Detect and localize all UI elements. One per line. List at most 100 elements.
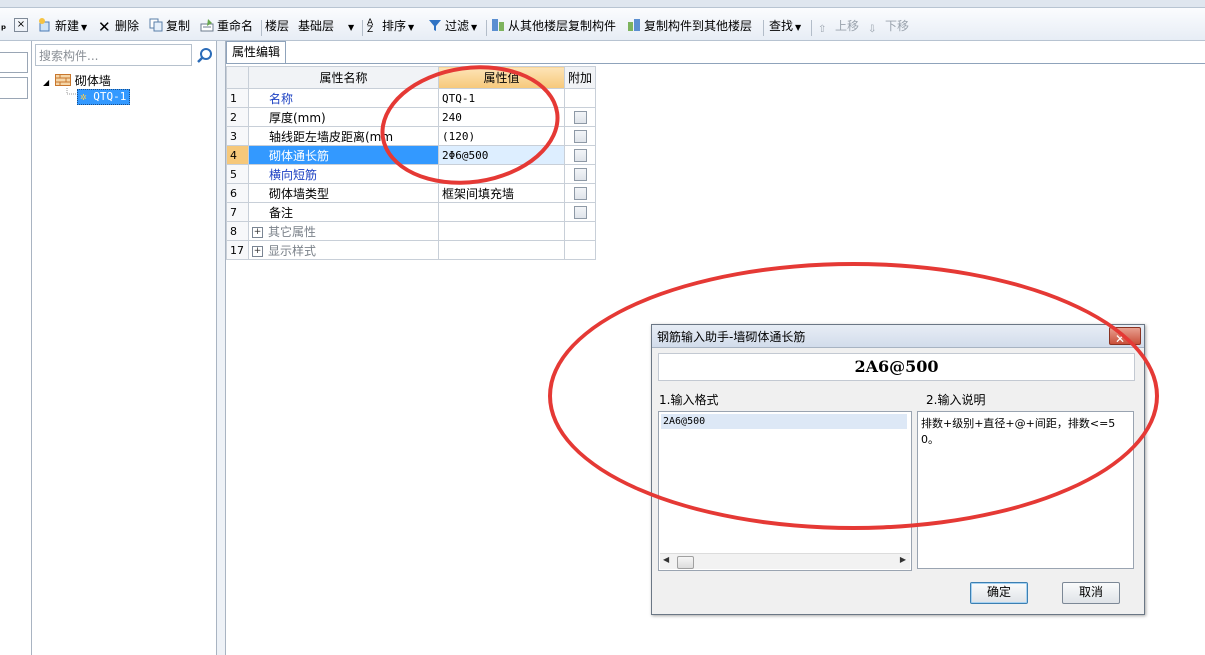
move-up-label: 上移 <box>835 19 860 33</box>
filter-label: 过滤 <box>445 19 470 33</box>
property-group: + 其它属性 <box>248 221 439 241</box>
pin-icon[interactable]: ₚ <box>1 19 6 32</box>
sort-icon: AZ <box>367 18 374 35</box>
copy-from-floor-icon <box>492 19 504 31</box>
left-panel-field[interactable] <box>0 77 28 99</box>
property-group: + 显示样式 <box>248 240 439 260</box>
extra-cell <box>563 145 597 165</box>
row-number: 8 <box>226 221 249 241</box>
tree-node-masonry-wall[interactable]: ◢ 砌体墙 <box>43 72 111 89</box>
new-icon <box>39 18 50 32</box>
expand-plus-icon[interactable]: + <box>252 226 263 238</box>
toolbar-separator <box>486 20 487 36</box>
extra-cell <box>563 183 597 203</box>
extra-checkbox[interactable] <box>573 149 587 162</box>
floor-select-value: 基础层 <box>298 19 335 33</box>
find-button[interactable]: 查找 ▼ <box>769 17 801 35</box>
row-number: 1 <box>226 88 249 108</box>
column-header-extra[interactable]: 附加 <box>563 66 597 89</box>
search-icon <box>197 48 212 63</box>
extra-checkbox[interactable] <box>573 130 587 143</box>
row-number: 3 <box>226 126 249 146</box>
sort-button[interactable]: A Z 排序 ▼ <box>367 17 414 35</box>
extra-cell <box>563 221 597 241</box>
row-number: 2 <box>226 107 249 127</box>
extra-checkbox[interactable] <box>573 111 587 124</box>
delete-icon: ✕ <box>98 18 111 36</box>
move-up-button[interactable]: ⇧ 上移 <box>818 17 859 35</box>
copy-icon <box>149 18 163 32</box>
toolbar-separator <box>362 20 363 36</box>
wall-icon <box>54 74 71 86</box>
gear-icon: ✲ <box>80 90 87 103</box>
floor-select[interactable]: 基础层 ▼ <box>298 17 354 35</box>
horizontal-scrollbar[interactable]: ◀ ▶ <box>660 553 910 569</box>
rename-icon <box>200 19 214 32</box>
toolbar-separator <box>763 20 764 36</box>
extra-cell <box>563 107 597 127</box>
scroll-left-icon[interactable]: ◀ <box>663 555 669 564</box>
new-button[interactable]: 新建 ▼ <box>38 17 87 35</box>
property-value <box>438 240 565 260</box>
row-number: 17 <box>226 240 249 260</box>
toolbar-separator <box>811 20 812 36</box>
extra-checkbox[interactable] <box>573 187 587 200</box>
table-row-group[interactable]: 17 + 显示样式 <box>226 240 597 260</box>
rename-button[interactable]: 重命名 <box>200 17 253 35</box>
row-number: 7 <box>226 202 249 222</box>
scroll-thumb[interactable] <box>677 556 694 569</box>
search-button[interactable] <box>195 44 215 66</box>
chevron-down-icon: ▼ <box>348 23 355 32</box>
search-input[interactable]: 搜索构件... <box>35 44 192 66</box>
ok-button[interactable]: 确定 <box>970 582 1028 604</box>
tree-node-label: QTQ-1 <box>93 90 127 103</box>
extra-cell <box>563 240 597 260</box>
row-number-header <box>226 66 249 89</box>
annotation-ellipse-large <box>548 262 1159 530</box>
filter-icon <box>429 20 441 31</box>
table-row-group[interactable]: 8 + 其它属性 <box>226 221 597 241</box>
property-value[interactable] <box>438 202 565 222</box>
tree-node-label: 砌体墙 <box>74 74 111 88</box>
tree-node-qtq-1[interactable]: ✲ QTQ-1 <box>77 89 131 105</box>
row-number: 5 <box>226 164 249 184</box>
sort-label: 排序 <box>382 19 407 33</box>
extra-cell <box>563 126 597 146</box>
left-panel-field[interactable] <box>0 52 28 73</box>
copy-label: 复制 <box>166 19 191 33</box>
expand-plus-icon[interactable]: + <box>252 245 263 257</box>
filter-button[interactable]: 过滤 ▼ <box>428 17 477 35</box>
toolbar: ₚ × 新建 ▼ ✕ 删除 复制 重命名 楼层 基础层 ▼ A Z 排序 ▼ 过滤 ▼ 从其他… <box>0 8 1205 41</box>
property-name: 砌体墙类型 <box>248 183 439 203</box>
component-tree-panel: 搜索构件... ◢ 砌体墙 ✲ QTQ-1 <box>33 41 217 655</box>
table-row[interactable]: 7 备注 <box>226 202 597 222</box>
property-value <box>438 221 565 241</box>
arrow-down-icon: ⇩ <box>868 24 877 35</box>
new-label: 新建 <box>55 19 80 33</box>
tab-property-edit[interactable]: 属性编辑 <box>226 41 286 63</box>
floor-label: 楼层 <box>265 19 290 33</box>
cancel-button[interactable]: 取消 <box>1062 582 1120 604</box>
delete-button[interactable]: ✕ 删除 <box>98 17 139 35</box>
copy-from-other-floor-button[interactable]: 从其他楼层复制构件 <box>491 17 616 35</box>
close-icon[interactable]: × <box>14 18 28 32</box>
chevron-down-icon: ▼ <box>408 23 415 32</box>
copy-to-other-floor-button[interactable]: 复制构件到其他楼层 <box>627 17 752 35</box>
copy-button[interactable]: 复制 <box>149 17 190 35</box>
chevron-down-icon: ▼ <box>81 23 88 32</box>
property-value[interactable]: 框架间填充墙 <box>438 183 565 203</box>
extra-cell <box>563 202 597 222</box>
move-down-button[interactable]: ⇩ 下移 <box>868 17 909 35</box>
extra-checkbox[interactable] <box>573 206 587 219</box>
move-down-label: 下移 <box>885 19 910 33</box>
table-row[interactable]: 6 砌体墙类型 框架间填充墙 <box>226 183 597 203</box>
extra-checkbox[interactable] <box>573 168 587 181</box>
chevron-down-icon: ▼ <box>471 23 478 32</box>
row-number: 4 <box>226 145 249 165</box>
collapse-triangle-icon[interactable]: ◢ <box>43 78 49 87</box>
scroll-right-icon[interactable]: ▶ <box>900 555 906 564</box>
copy-to-floor-label: 复制构件到其他楼层 <box>644 19 753 33</box>
rename-label: 重命名 <box>217 19 254 33</box>
row-number: 6 <box>226 183 249 203</box>
panel-splitter[interactable] <box>217 41 226 655</box>
